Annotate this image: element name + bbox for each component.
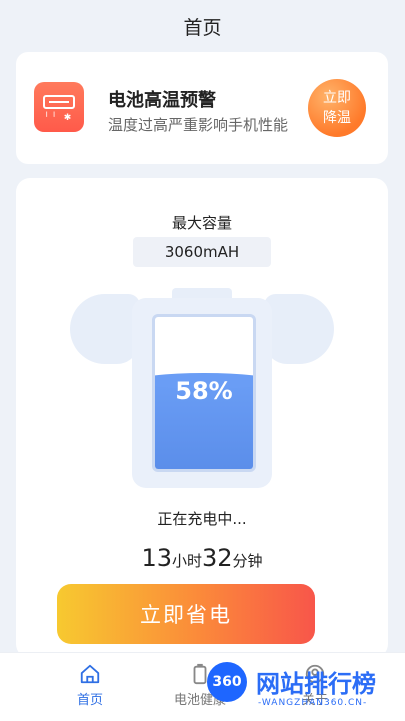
air-conditioner-icon: ╵╵ ✱	[34, 82, 84, 132]
top-bar: 首页	[0, 0, 405, 52]
cool-down-label-1: 立即	[323, 90, 351, 106]
page-title: 首页	[183, 16, 222, 39]
high-temperature-alert-card: ╵╵ ✱ 电池高温预警 温度过高严重影响手机性能 立即 降温	[16, 52, 388, 164]
alert-title: 电池高温预警	[108, 90, 216, 111]
remaining-minutes: 32	[202, 544, 233, 572]
tab-home-label: 首页	[76, 693, 103, 708]
right-arm-decoration	[264, 294, 334, 364]
home-icon	[80, 664, 100, 684]
hours-unit: 小时	[171, 552, 202, 570]
watermark-badge: 360	[207, 662, 247, 702]
watermark-url: -WANGZHAN360.CN-	[258, 698, 368, 708]
save-power-button[interactable]: 立即省电	[57, 584, 315, 644]
charging-status: 正在充电中...	[157, 510, 247, 528]
battery-percent: 58%	[175, 377, 233, 405]
remaining-hours: 13	[141, 544, 172, 572]
left-arm-decoration	[70, 294, 140, 364]
minutes-unit: 分钟	[232, 552, 263, 570]
cool-down-button[interactable]: 立即 降温	[308, 79, 366, 137]
cool-down-label-2: 降温	[323, 110, 351, 126]
watermark-text: 网站排行榜	[256, 670, 376, 698]
battery-level-gauge: 58%	[152, 314, 256, 472]
remaining-time: 13小时32分钟	[16, 544, 388, 572]
tab-home[interactable]: 首页	[40, 663, 140, 708]
capacity-label: 最大容量	[171, 214, 232, 232]
capacity-value: 3060mAH	[133, 237, 271, 267]
alert-subtitle: 温度过高严重影响手机性能	[108, 116, 289, 134]
